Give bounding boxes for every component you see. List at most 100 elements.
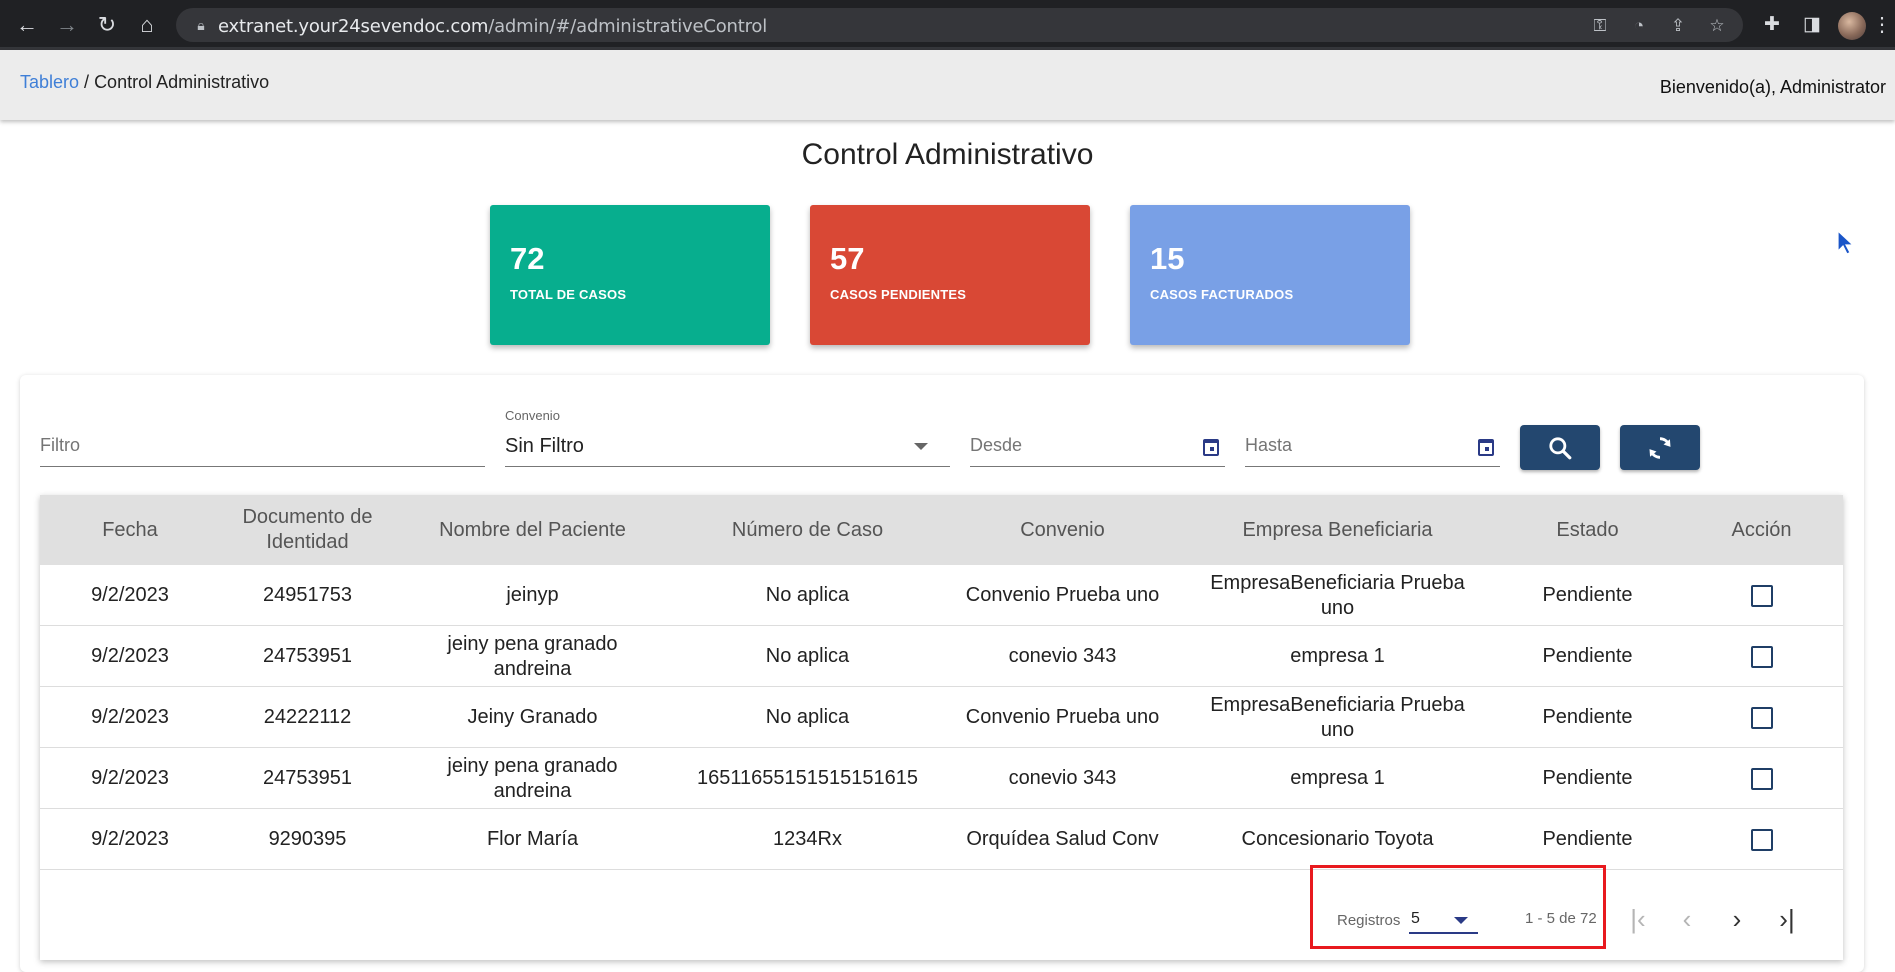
action-cell — [1680, 748, 1843, 809]
table-row: 9/2/2023 24753951 jeiny pena granado andre… — [40, 748, 1843, 809]
table-cell: Flor María — [486, 828, 579, 850]
browser-menu-icon[interactable]: ⋮ — [1872, 12, 1892, 38]
url-text[interactable]: extranet.your24sevendoc.com/admin/#/admi… — [218, 16, 767, 37]
hasta-placeholder: Hasta — [1245, 435, 1293, 455]
back-icon[interactable]: ← — [12, 10, 42, 40]
table-cell: 24951753 — [263, 584, 352, 606]
mouse-cursor-icon — [1837, 230, 1855, 255]
column-header: Acción — [1731, 518, 1792, 541]
convenio-select[interactable]: Convenio Sin Filtro — [505, 408, 950, 467]
forward-icon[interactable]: → — [52, 10, 82, 40]
table-cell: 9/2/2023 — [91, 828, 169, 850]
extensions-icon[interactable]: ✚ — [1759, 12, 1785, 38]
stat-card-billed: 15 CASOS FACTURADOS — [1130, 205, 1410, 345]
table-row: 9/2/2023 24951753 jeinyp No aplica Convenio … — [40, 565, 1843, 626]
first-page-button[interactable]: |‹ — [1621, 902, 1655, 936]
table-cell: 9290395 — [268, 828, 347, 850]
stat-label: TOTAL DE CASOS — [510, 287, 627, 302]
table-row: 9/2/2023 24222112 Jeiny Granado No aplica Co… — [40, 687, 1843, 748]
table-cell: Pendiente — [1542, 828, 1633, 850]
table-cell: No aplica — [765, 706, 850, 728]
performance-icon[interactable]: ◔ — [1628, 15, 1650, 37]
table-cell: jeiny pena granado andreina — [447, 632, 618, 680]
home-icon[interactable]: ⌂ — [132, 10, 162, 40]
row-checkbox[interactable] — [1750, 584, 1773, 607]
stat-value: 72 — [510, 241, 545, 276]
bookmark-star-icon[interactable]: ☆ — [1706, 15, 1728, 37]
refresh-icon — [1649, 437, 1671, 459]
table-cell: Pendiente — [1542, 706, 1633, 728]
column-header: Empresa Beneficiaria — [1242, 518, 1433, 541]
table-row: 9/2/2023 9290395 Flor María 1234Rx Orquídea … — [40, 809, 1843, 870]
breadcrumb-separator: / — [79, 72, 95, 92]
side-panel-icon[interactable]: ◨ — [1799, 12, 1825, 38]
row-checkbox[interactable] — [1750, 828, 1773, 851]
reload-icon[interactable]: ↻ — [92, 10, 122, 40]
app-header: Tablero / Control Administrativo Bienven… — [0, 50, 1895, 120]
stat-value: 57 — [830, 241, 865, 276]
desde-placeholder: Desde — [970, 435, 1023, 455]
stat-label: CASOS PENDIENTES — [830, 287, 967, 302]
prev-page-button[interactable]: ‹ — [1670, 902, 1704, 936]
filter-placeholder: Filtro — [40, 435, 80, 455]
action-cell — [1680, 626, 1843, 687]
desde-date-input[interactable]: Desde — [970, 415, 1225, 467]
table-cell: Convenio Prueba uno — [965, 584, 1160, 606]
search-button[interactable] — [1520, 425, 1600, 470]
key-icon[interactable]: ⚿ — [1589, 15, 1611, 37]
welcome-text: Bienvenido(a), Administrator — [1659, 77, 1886, 97]
table-cell: 24222112 — [263, 706, 352, 728]
column-header: Documento de Identidad — [242, 506, 373, 553]
table-cell: Concesionario Toyota — [1241, 828, 1434, 850]
table-cell: conevio 343 — [1008, 767, 1117, 789]
table-cell: No aplica — [765, 584, 850, 606]
table-cell: Pendiente — [1542, 645, 1633, 667]
table-cell: Jeiny Granado — [467, 706, 598, 728]
share-icon[interactable]: ⇪ — [1667, 15, 1689, 37]
calendar-icon[interactable] — [1478, 439, 1494, 456]
table-cell: 9/2/2023 — [91, 706, 169, 728]
table-cell: No aplica — [765, 645, 850, 667]
action-cell — [1680, 565, 1843, 626]
breadcrumb-current: Control Administrativo — [94, 72, 270, 92]
column-header: Convenio — [1020, 518, 1105, 541]
filter-input[interactable]: Filtro — [40, 415, 485, 467]
stat-card-total: 72 TOTAL DE CASOS — [490, 205, 770, 345]
column-header: Número de Caso — [731, 518, 884, 541]
breadcrumb: Tablero / Control Administrativo — [20, 72, 269, 93]
next-page-button[interactable]: › — [1720, 902, 1754, 936]
table-cell: 9/2/2023 — [91, 767, 169, 789]
profile-avatar[interactable] — [1838, 12, 1866, 40]
convenio-label: Convenio — [505, 408, 560, 423]
highlight-annotation — [1310, 865, 1606, 949]
row-checkbox[interactable] — [1750, 767, 1773, 790]
hasta-date-input[interactable]: Hasta — [1245, 415, 1500, 467]
table-cell: EmpresaBeneficiaria Prueba uno — [1210, 693, 1465, 741]
column-header: Nombre del Paciente — [439, 518, 626, 541]
table-cell: 1234Rx — [773, 828, 842, 850]
column-header: Fecha — [102, 518, 158, 541]
stat-value: 15 — [1150, 241, 1185, 276]
action-cell — [1680, 687, 1843, 748]
page-title: Control Administrativo — [801, 138, 1094, 171]
row-checkbox[interactable] — [1750, 645, 1773, 668]
refresh-button[interactable] — [1620, 425, 1700, 470]
stat-label: CASOS FACTURADOS — [1150, 287, 1294, 302]
table-header: Fecha Documento de Identidad Nombre del Pa… — [40, 495, 1843, 565]
breadcrumb-link-tablero[interactable]: Tablero — [20, 72, 79, 92]
row-checkbox[interactable] — [1750, 706, 1773, 729]
stat-card-pending: 57 CASOS PENDIENTES — [810, 205, 1090, 345]
last-page-button[interactable]: ›| — [1770, 902, 1804, 936]
column-header: Estado — [1556, 518, 1619, 541]
address-bar[interactable]: 🔒︎ extranet.your24sevendoc.com/admin/#/a… — [176, 8, 1743, 42]
table-cell: EmpresaBeneficiaria Prueba uno — [1210, 571, 1465, 619]
calendar-icon[interactable] — [1203, 439, 1219, 456]
table-cell: Orquídea Salud Conv — [966, 828, 1159, 850]
table-cell: conevio 343 — [1008, 645, 1117, 667]
table-cell: 16511655151515151615 — [697, 767, 918, 789]
table-cell: 24753951 — [263, 645, 352, 667]
table-cell: empresa 1 — [1290, 767, 1385, 789]
table-cell: 9/2/2023 — [91, 645, 169, 667]
table-cell: empresa 1 — [1290, 645, 1385, 667]
table-cell: Convenio Prueba uno — [965, 706, 1160, 728]
